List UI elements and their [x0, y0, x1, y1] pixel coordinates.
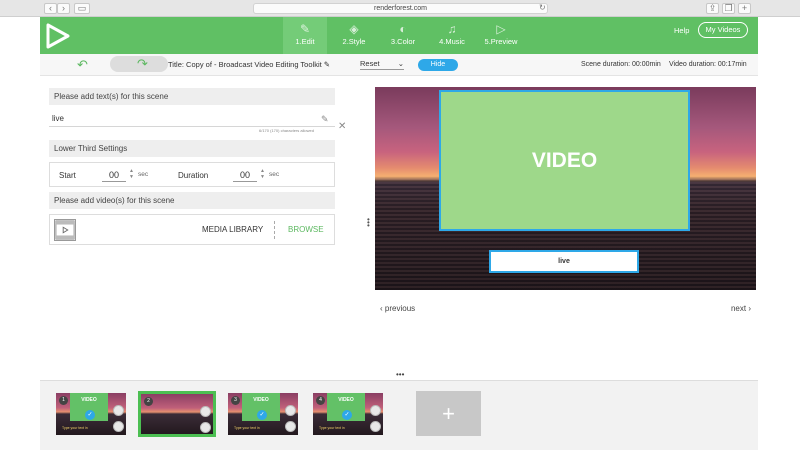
thumbnail-subtext: Type your text in	[234, 426, 260, 430]
sidebar-toggle-icon[interactable]: ▭	[74, 3, 90, 14]
close-icon[interactable]: ✕	[338, 121, 346, 132]
browser-toolbar: ‹ › ▭ renderforest.com ↻ ⇪ ❐ +	[0, 0, 800, 17]
share-icon[interactable]: ⇪	[706, 3, 719, 14]
edit-text-icon[interactable]: ✎	[321, 114, 329, 125]
new-tab-icon[interactable]: +	[738, 3, 751, 14]
lower-third-header: Lower Third Settings	[49, 140, 335, 157]
film-icon[interactable]	[54, 219, 76, 241]
url-text: renderforest.com	[374, 5, 427, 12]
video-placeholder[interactable]: VIDEO	[439, 90, 690, 231]
start-input[interactable]: 00	[102, 168, 126, 182]
project-title[interactable]: Title: Copy of - Broadcast Video Editing…	[168, 60, 330, 69]
start-stepper[interactable]: ▲ ▼	[129, 168, 134, 180]
scene-number: 1	[59, 396, 68, 405]
my-videos-button[interactable]: My Videos	[698, 22, 748, 38]
delete-icon[interactable]	[370, 421, 381, 432]
scene-preview: VIDEO live	[375, 87, 756, 290]
step-4[interactable]: ♫ 4.Music	[430, 17, 474, 54]
video-section-header: Please add video(s) for this scene	[49, 192, 335, 209]
undo-icon[interactable]: ↶	[77, 57, 88, 73]
project-title-text: Title: Copy of - Broadcast Video Editing…	[168, 60, 322, 69]
duplicate-icon[interactable]	[113, 405, 124, 416]
scene-duration: Scene duration: 00:00min	[581, 61, 661, 68]
delete-icon[interactable]	[200, 422, 211, 433]
media-library-button[interactable]: MEDIA LIBRARY	[202, 225, 263, 234]
pencil-icon: ✎	[299, 22, 311, 36]
scene-number: 2	[144, 397, 153, 406]
palette-icon: ◐	[399, 22, 407, 36]
play-icon: ▷	[496, 22, 506, 36]
char-count: 6/170 (170) characters allowed	[259, 128, 314, 133]
chevron-left-icon: ‹	[380, 304, 383, 313]
reset-label: Reset	[360, 59, 380, 68]
browse-button[interactable]: BROWSE	[288, 225, 324, 234]
duration-unit: sec	[269, 171, 280, 178]
redo-icon: ↷	[137, 56, 148, 71]
url-bar[interactable]: renderforest.com	[253, 3, 548, 14]
step-3[interactable]: ◐ 3.Color	[381, 17, 425, 54]
renderforest-logo-icon[interactable]	[46, 23, 70, 49]
scene-thumbnail[interactable]: 3 VIDEO ✓ Type your text in	[228, 393, 298, 435]
browser-forward-button[interactable]: ›	[57, 3, 70, 14]
reload-icon[interactable]: ↻	[539, 3, 546, 12]
duplicate-icon[interactable]	[285, 405, 296, 416]
check-icon: ✓	[342, 410, 352, 420]
chevron-right-icon: ›	[748, 304, 751, 313]
step-label: 5.Preview	[484, 37, 518, 46]
video-upload-box: MEDIA LIBRARY BROWSE	[49, 214, 335, 245]
editor-toolbar: ↶ ↷ Title: Copy of - Broadcast Video Edi…	[40, 54, 758, 76]
duration-input[interactable]: 00	[233, 168, 257, 182]
check-icon: ✓	[85, 410, 95, 420]
thumbnail-subtext: Type your text in	[62, 426, 88, 430]
start-unit: sec	[138, 171, 149, 178]
browser-back-button[interactable]: ‹	[44, 3, 57, 14]
thumbnail-subtext: Type your text in	[319, 426, 345, 430]
edit-title-icon[interactable]: ✎	[324, 60, 330, 69]
next-label: next	[730, 304, 747, 313]
scene-number: 4	[316, 396, 325, 405]
step-label: 2.Style	[342, 37, 366, 46]
next-button[interactable]: next ›	[731, 304, 751, 313]
divider	[274, 221, 275, 239]
reset-dropdown[interactable]: Reset ⌄	[360, 59, 404, 70]
app-header: ✎ 1.Edit ◈ 2.Style ◐ 3.Color ♫ 4.Music ▷ 5.Previe…	[40, 17, 758, 54]
layers-icon: ◈	[349, 22, 359, 36]
previous-label: previous	[384, 304, 416, 313]
duplicate-icon[interactable]	[370, 405, 381, 416]
help-link[interactable]: Help	[674, 26, 689, 35]
tabs-icon[interactable]: ❐	[722, 3, 735, 14]
chevron-down-icon: ⌄	[397, 59, 404, 68]
delete-icon[interactable]	[285, 421, 296, 432]
start-label: Start	[59, 171, 76, 180]
scene-thumbnail[interactable]: 4 VIDEO ✓ Type your text in	[313, 393, 383, 435]
scene-pager: ‹ previous next ›	[375, 299, 756, 324]
scene-text-input[interactable]: live	[49, 111, 335, 127]
duration-label: Duration	[178, 171, 209, 180]
music-icon: ♫	[447, 22, 457, 36]
delete-icon[interactable]	[113, 421, 124, 432]
redo-button[interactable]: ↷	[110, 56, 168, 72]
step-1[interactable]: ✎ 1.Edit	[283, 17, 327, 54]
step-label: 1.Edit	[295, 37, 315, 46]
scene-thumbnail[interactable]: 2	[138, 391, 216, 437]
hide-toggle[interactable]: Hide	[418, 59, 458, 71]
duplicate-icon[interactable]	[200, 406, 211, 417]
lower-third-timing: Start 00 ▲ ▼ sec Duration 00 ▲ ▼ sec	[49, 162, 335, 187]
video-duration: Video duration: 00:17min	[669, 61, 747, 68]
step-5[interactable]: ▷ 5.Preview	[479, 17, 523, 54]
add-scene-button[interactable]: +	[416, 391, 481, 436]
scene-thumbnail[interactable]: 1 VIDEO ✓ Type your text in	[56, 393, 126, 435]
scene-timeline: 1 VIDEO ✓ Type your text in 2 3 VIDEO ✓ Type you…	[40, 380, 758, 450]
check-icon: ✓	[257, 410, 267, 420]
text-section-header: Please add text(s) for this scene	[49, 88, 335, 105]
step-label: 4.Music	[439, 37, 465, 46]
panel-resize-handle[interactable]: • • •	[367, 216, 370, 230]
scene-number: 3	[231, 396, 240, 405]
step-label: 3.Color	[390, 37, 416, 46]
step-2[interactable]: ◈ 2.Style	[332, 17, 376, 54]
duration-stepper[interactable]: ▲ ▼	[260, 168, 265, 180]
previous-button[interactable]: ‹ previous	[380, 304, 415, 313]
timeline-handle[interactable]: •••	[396, 370, 404, 379]
lower-third-caption[interactable]: live	[489, 250, 639, 273]
